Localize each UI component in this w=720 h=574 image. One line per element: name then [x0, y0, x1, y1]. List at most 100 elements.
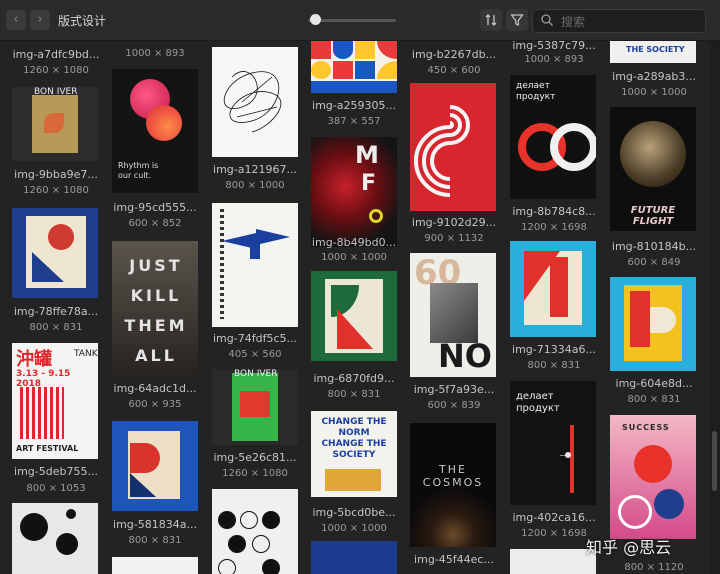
image-thumbnail [610, 277, 696, 371]
toolbar: ‹ › 版式设计 [0, 0, 720, 41]
image-thumbnail [410, 83, 496, 211]
image-thumbnail: Rhythm is our cult. [112, 69, 198, 193]
image-thumbnail: M F [311, 137, 397, 247]
search-icon [541, 14, 553, 26]
image-dimensions: 800 × 831 [128, 535, 182, 546]
image-dimensions: 1000 × 1000 [321, 252, 387, 263]
poster-text: ART FESTIVAL [16, 444, 79, 453]
image-name: img-95cd555... [113, 201, 197, 214]
image-name: img-402ca16... [512, 511, 596, 524]
image-dimensions: 1260 × 1080 [222, 468, 288, 479]
zoom-slider-knob[interactable] [310, 14, 321, 25]
image-name: img-9bba9e7... [14, 168, 98, 181]
image-name: img-a121967... [213, 163, 297, 176]
image-dimensions: 600 × 852 [128, 218, 182, 229]
poster-text: FUTURE FLIGHT [630, 205, 676, 227]
vertical-scrollbar[interactable] [709, 41, 720, 574]
image-dimensions: 800 × 831 [527, 360, 581, 371]
poster-text: делает продукт [516, 391, 560, 414]
image-thumbnail [311, 271, 397, 361]
image-dimensions: 450 × 600 [427, 65, 481, 76]
image-name: img-604e8d... [615, 377, 693, 390]
poster-text: Rhythm is our cult. [118, 161, 159, 180]
image-dimensions: 1000 × 893 [524, 54, 584, 65]
poster-text: 3.13 - 9.15 2018 [16, 369, 71, 389]
sort-icon [485, 14, 497, 26]
poster-text: SUCCESS [622, 423, 670, 432]
poster-text: BON IVER [34, 87, 78, 97]
back-button[interactable]: ‹ [6, 10, 26, 30]
watermark: 知乎 @思云 [586, 538, 672, 557]
image-dimensions: 800 × 1120 [624, 562, 684, 573]
image-name: img-78ffe78a... [13, 305, 99, 318]
image-thumbnail [12, 208, 98, 298]
filter-button[interactable] [506, 9, 528, 31]
image-dimensions: 1260 × 1080 [23, 185, 89, 196]
image-name: img-45f44ec... [414, 553, 494, 566]
stripe-artwork [414, 105, 470, 197]
funnel-icon [510, 14, 524, 27]
image-thumbnail [311, 41, 397, 93]
image-thumbnail: 60 NO [410, 253, 496, 377]
chevron-right-icon: › [37, 12, 43, 27]
image-dimensions: 800 × 831 [29, 322, 83, 333]
image-dimensions: 800 × 1000 [225, 180, 285, 191]
image-thumbnail [311, 541, 397, 574]
image-name: img-5f7a93e... [413, 383, 495, 396]
image-thumbnail [212, 203, 298, 327]
poster-text: делает продукт [516, 81, 556, 102]
image-name: img-64adc1d... [113, 382, 197, 395]
scribble-artwork [224, 71, 282, 133]
image-name: img-71334a6... [512, 343, 596, 356]
image-thumbnail: делает продукт [510, 75, 596, 199]
poster-text: THE COSMOS [422, 463, 484, 489]
forward-button[interactable]: › [30, 10, 50, 30]
image-thumbnail: FUTURE FLIGHT [610, 107, 696, 231]
search-input[interactable] [559, 12, 703, 31]
poster-text: JUST KILL THEM ALL [124, 256, 188, 365]
image-name: img-a289ab3... [612, 70, 696, 83]
image-thumbnail: THE COSMOS [410, 423, 496, 547]
image-thumbnail [212, 47, 298, 157]
poster-text: NO [438, 337, 492, 375]
poster-text: 沖罐 [16, 349, 52, 370]
image-thumbnail [510, 241, 596, 337]
image-dimensions: 800 × 831 [627, 394, 681, 405]
poster-text: CHANGE THE NORM CHANGE THE SOCIETY [321, 417, 387, 460]
sort-button[interactable] [480, 9, 502, 31]
image-name: img-5deb755... [14, 465, 98, 478]
image-name: img-5387c79... [512, 41, 596, 52]
image-name: img-810184b... [611, 240, 697, 253]
image-thumbnail [12, 503, 98, 574]
image-thumbnail [212, 489, 298, 574]
image-grid: img-a7dfc9bd... 1260 × 1080 BON IVER img… [0, 41, 708, 574]
poster-text: THE SOCIETY [626, 45, 685, 54]
image-thumbnail: THE SOCIETY [610, 41, 696, 63]
poster-text: TANK [74, 349, 98, 359]
image-thumbnail: JUST KILL THEM ALL [112, 241, 198, 377]
chevron-left-icon: ‹ [13, 12, 19, 27]
image-name: img-581834a... [113, 518, 197, 531]
image-dimensions: 600 × 935 [128, 399, 182, 410]
scrollbar-thumb[interactable] [712, 431, 717, 491]
image-name: img-a259305... [312, 99, 396, 112]
image-dimensions: 387 × 557 [327, 116, 381, 127]
image-thumbnail: SUCCESS [610, 415, 696, 539]
folder-title: 版式设计 [58, 14, 107, 28]
image-thumbnail: CHANGE THE NORM CHANGE THE SOCIETY [311, 411, 397, 497]
image-thumbnail [510, 549, 596, 574]
image-dimensions: 900 × 1132 [424, 233, 484, 244]
image-thumbnail: 沖罐 TANK 3.13 - 9.15 2018 ART FESTIVAL [12, 343, 98, 459]
image-name: img-8b784c8... [512, 205, 596, 218]
image-dimensions: 800 × 1053 [26, 483, 86, 494]
image-dimensions: 600 × 849 [627, 257, 681, 268]
image-dimensions: 1000 × 893 [125, 48, 185, 59]
image-name: img-5e26c81... [213, 451, 297, 464]
search-box[interactable] [532, 9, 706, 33]
image-dimensions: 600 × 839 [427, 400, 481, 411]
image-thumbnail: делает продукт [510, 381, 596, 505]
zoom-slider-track[interactable] [308, 19, 396, 22]
poster-text: BON IVER [234, 369, 278, 379]
image-name: img-5bcd0be... [312, 506, 396, 519]
image-thumbnail [112, 557, 198, 574]
